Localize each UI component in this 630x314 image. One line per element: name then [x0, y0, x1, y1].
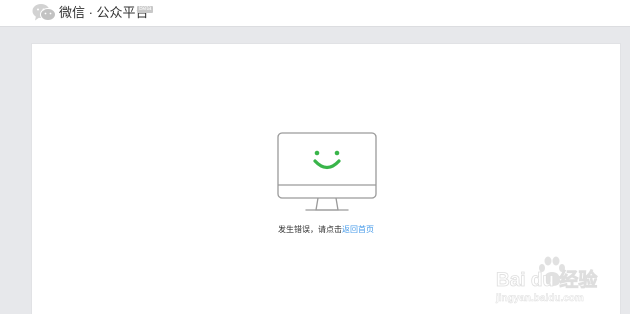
monitor-smile-icon [276, 131, 378, 215]
top-bar: 微信 · 公众平台 Beta [0, 0, 630, 27]
beta-badge: Beta [137, 6, 154, 13]
baidu-jingyan-watermark: Bai du 经验 jingyan.baidu.com [494, 253, 626, 310]
app-window: { "header": { "brand_title": "微信 · 公众平台"… [0, 0, 630, 314]
error-message: 发生错误，请点击返回首页 [32, 225, 620, 235]
return-home-link[interactable]: 返回首页 [342, 225, 374, 234]
watermark-line1: Bai du 经验 [496, 268, 598, 291]
brand-title[interactable]: 微信 · 公众平台 [59, 5, 149, 21]
wechat-logo-icon[interactable] [32, 3, 56, 22]
error-text: 发生错误，请点击 [278, 225, 342, 234]
watermark-line2: jingyan.baidu.com [495, 293, 584, 304]
